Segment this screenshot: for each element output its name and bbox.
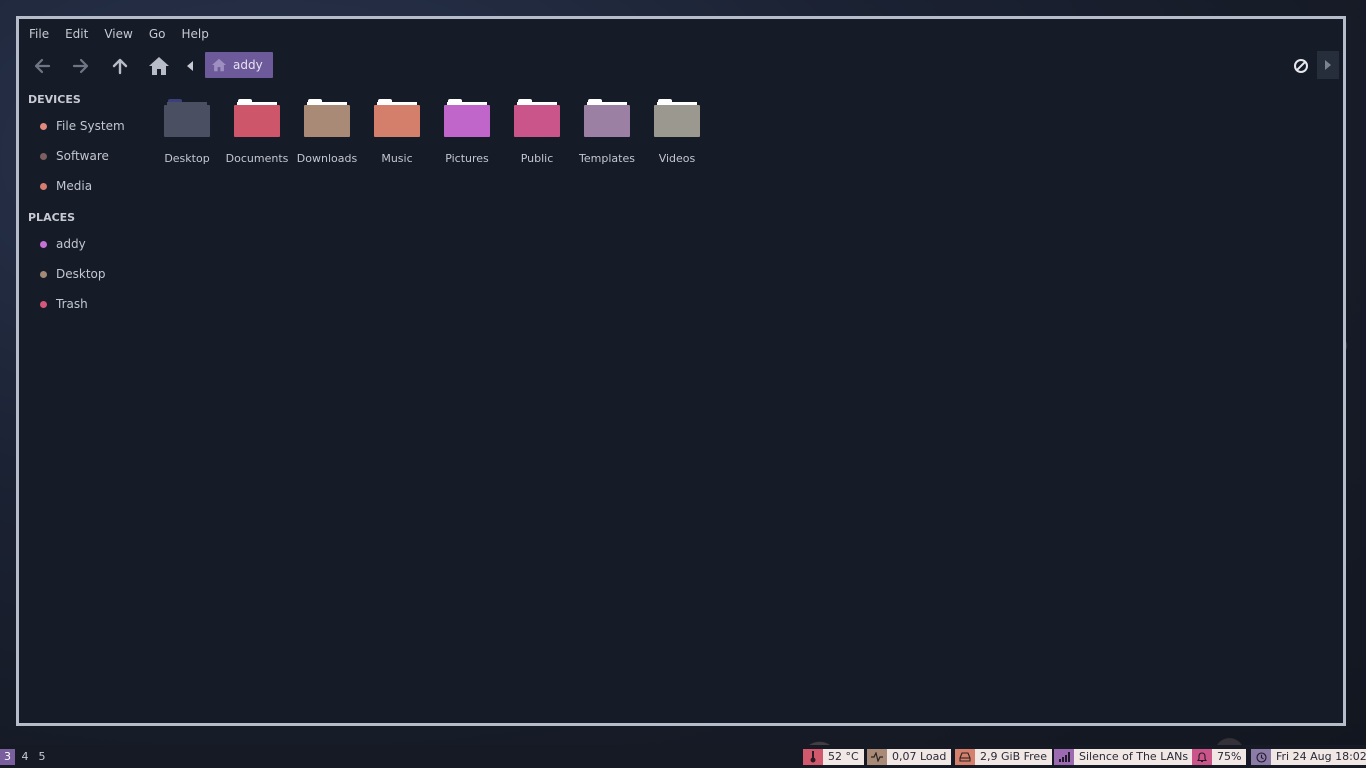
- folder-label: Documents: [225, 152, 289, 165]
- folder-label: Desktop: [164, 152, 210, 165]
- clock-widget: Fri 24 Aug 18:02: [1251, 749, 1366, 765]
- blocked-icon: [1294, 59, 1308, 73]
- folder-videos[interactable]: Videos: [642, 99, 712, 169]
- menu-go[interactable]: Go: [145, 25, 174, 43]
- up-button[interactable]: [103, 49, 137, 83]
- folder-icon: [654, 99, 700, 137]
- sidebar-item-label: File System: [56, 119, 125, 133]
- folder-desktop[interactable]: Desktop: [152, 99, 222, 169]
- drive-icon: [40, 122, 47, 130]
- menu-file[interactable]: File: [25, 25, 57, 43]
- bell-icon: [1192, 749, 1212, 765]
- devices-heading: DEVICES: [28, 93, 81, 106]
- menu-bar: File Edit View Go Help: [25, 25, 221, 43]
- file-manager-window: File Edit View Go Help addy DEVICES File…: [16, 16, 1346, 726]
- folder-music[interactable]: Music: [362, 99, 432, 169]
- folder-icon: [234, 99, 280, 137]
- places-heading: PLACES: [28, 211, 76, 224]
- breadcrumb-scroll-left[interactable]: [183, 57, 197, 75]
- clock-value: Fri 24 Aug 18:02: [1271, 749, 1366, 765]
- folder-label: Public: [520, 152, 554, 165]
- folder-icon: [164, 99, 210, 137]
- sidebar-item-label: Trash: [56, 297, 88, 311]
- volume-value: 75%: [1212, 749, 1247, 765]
- drive-icon: [40, 152, 47, 160]
- temperature-widget: 52 °C: [803, 749, 864, 765]
- folder-public[interactable]: Public: [502, 99, 572, 169]
- folder-templates[interactable]: Templates: [572, 99, 642, 169]
- breadcrumb-home[interactable]: addy: [205, 52, 273, 78]
- signal-bars-icon: [1054, 749, 1074, 765]
- folder-icon: [514, 99, 560, 137]
- folder-icon: [584, 99, 630, 137]
- volume-widget[interactable]: 75%: [1192, 749, 1247, 765]
- sidebar-item-label: Software: [56, 149, 109, 163]
- stop-button[interactable]: [1289, 54, 1313, 78]
- folder-downloads[interactable]: Downloads: [292, 99, 362, 169]
- folder-pictures[interactable]: Pictures: [432, 99, 502, 169]
- workspace-4[interactable]: 4: [19, 749, 31, 765]
- workspace-3[interactable]: 3: [0, 749, 15, 765]
- home-icon: [149, 57, 169, 75]
- back-button[interactable]: [25, 49, 59, 83]
- folder-label: Downloads: [296, 152, 358, 165]
- menu-view[interactable]: View: [100, 25, 140, 43]
- sidebar-item-file-system[interactable]: File System: [19, 111, 149, 141]
- arrow-up-icon: [112, 58, 128, 75]
- load-widget: 0,07 Load: [867, 749, 952, 765]
- forward-button[interactable]: [64, 49, 98, 83]
- disk-free-value: 2,9 GiB Free: [975, 749, 1052, 765]
- sidebar-item-desktop[interactable]: Desktop: [19, 259, 149, 289]
- folder-label: Videos: [658, 152, 696, 165]
- arrow-left-icon: [34, 58, 51, 74]
- folder-label: Templates: [579, 152, 635, 165]
- sidebar-item-trash[interactable]: Trash: [19, 289, 149, 319]
- sidebar-item-label: Desktop: [56, 267, 106, 281]
- sidebar-item-software[interactable]: Software: [19, 141, 149, 171]
- caret-right-icon: [1325, 60, 1331, 70]
- network-name: Silence of The LANs: [1074, 749, 1194, 765]
- breadcrumb-label: addy: [233, 58, 263, 72]
- toolbar-scroll-right[interactable]: [1317, 51, 1339, 79]
- network-widget: Silence of The LANs: [1054, 749, 1194, 765]
- drive-icon: [40, 182, 47, 190]
- temperature-value: 52 °C: [823, 749, 864, 765]
- folder-icon: [304, 99, 350, 137]
- arrow-right-icon: [72, 58, 89, 74]
- folder-label: Music: [381, 152, 413, 165]
- caret-left-icon: [187, 61, 193, 71]
- sidebar-item-addy[interactable]: addy: [19, 229, 149, 259]
- thermometer-icon: [803, 749, 823, 765]
- workspace-5[interactable]: 5: [36, 749, 48, 765]
- folder-icon: [374, 99, 420, 137]
- home-button[interactable]: [142, 49, 176, 83]
- folder-icon: [40, 240, 47, 248]
- folder-icon: [444, 99, 490, 137]
- clock-icon: [1251, 749, 1271, 765]
- sidebar-item-label: addy: [56, 237, 86, 251]
- disk-widget: 2,9 GiB Free: [955, 749, 1052, 765]
- trash-icon: [40, 300, 47, 308]
- status-panel: 3 4 5 52 °C 0,07 Load 2,9 GiB Free Silen…: [0, 745, 1366, 768]
- folder-label: Pictures: [445, 152, 489, 165]
- folder-documents[interactable]: Documents: [222, 99, 292, 169]
- home-icon: [212, 58, 226, 72]
- load-value: 0,07 Load: [887, 749, 952, 765]
- menu-edit[interactable]: Edit: [61, 25, 96, 43]
- toolbar: addy: [19, 49, 1343, 83]
- menu-help[interactable]: Help: [177, 25, 216, 43]
- activity-icon: [867, 749, 887, 765]
- sidebar-item-media[interactable]: Media: [19, 171, 149, 201]
- folder-icon: [40, 270, 47, 278]
- disk-icon: [955, 749, 975, 765]
- sidebar-item-label: Media: [56, 179, 93, 193]
- sidebar: DEVICES File System Software Media PLACE…: [19, 87, 149, 319]
